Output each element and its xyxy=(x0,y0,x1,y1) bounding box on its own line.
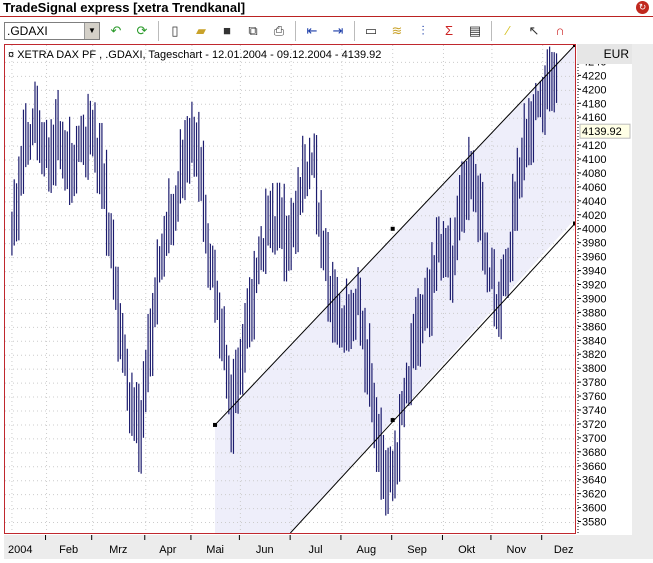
toolbar-separator xyxy=(158,20,159,41)
month-label: Sep xyxy=(407,544,427,556)
title-divider xyxy=(0,16,653,17)
toolbar-separator xyxy=(295,20,296,41)
price-tick-label: 3720 xyxy=(582,419,606,431)
channel-handle xyxy=(390,226,395,231)
chart-area[interactable] xyxy=(4,44,576,534)
toolbar: .GDAXI ▼ ↶ ⟳ ▯ ▰ ■ ⧉ ⎙ ⇤ ⇥ ▭ ≋ ⫶ Σ ▤ ⁄ ↖ … xyxy=(0,18,653,43)
price-tick-label: 3840 xyxy=(582,335,606,347)
price-tick-label: 3680 xyxy=(582,447,606,459)
symbol-value: .GDAXI xyxy=(7,23,48,38)
window-icon[interactable]: ▭ xyxy=(361,21,381,41)
price-tick-label: 3640 xyxy=(582,475,606,487)
app-window: TradeSignal express [xetra Trendkanal] ↻… xyxy=(0,0,653,563)
channel-handle xyxy=(573,45,575,47)
draw-line-icon[interactable]: ⁄ xyxy=(498,21,518,41)
properties-icon[interactable]: ▤ xyxy=(465,21,485,41)
magnet-icon[interactable]: ∩ xyxy=(550,21,570,41)
right-panel xyxy=(632,44,653,559)
sigma-icon[interactable]: Σ xyxy=(439,21,459,41)
price-tick-label: 4020 xyxy=(582,210,606,222)
chart-title: XETRA DAX PF , .GDAXI, Tageschart - 12.0… xyxy=(17,49,382,61)
price-tick-label: 4060 xyxy=(582,182,606,194)
price-tick-label: 4000 xyxy=(582,224,606,236)
month-label: Mrz xyxy=(109,544,127,556)
price-tick-label: 4040 xyxy=(582,196,606,208)
channel-handle xyxy=(390,418,395,423)
price-tick-label: 3860 xyxy=(582,321,606,333)
last-price-label: 4139.92 xyxy=(582,126,622,138)
month-label: Jun xyxy=(256,544,274,556)
price-tick-label: 3700 xyxy=(582,433,606,445)
pointer-icon[interactable]: ↖ xyxy=(524,21,544,41)
currency-label: EUR xyxy=(577,44,632,64)
price-tick-label: 3620 xyxy=(582,489,606,501)
price-tick-label: 3880 xyxy=(582,307,606,319)
price-tick-label: 3660 xyxy=(582,461,606,473)
indicator-icon[interactable]: ≋ xyxy=(387,21,407,41)
price-tick-label: 3780 xyxy=(582,377,606,389)
open-folder-icon[interactable]: ▰ xyxy=(191,21,211,41)
month-label: Aug xyxy=(357,544,377,556)
toolbar-separator xyxy=(354,20,355,41)
strategy-icon[interactable]: ⫶ xyxy=(413,21,433,41)
month-label: Mai xyxy=(206,544,224,556)
time-axis: 2004 Feb Mrz Apr Mai Jun Jul Aug Sep Okt Nov Dez xyxy=(4,535,632,559)
price-tick-label: 4180 xyxy=(582,98,606,110)
symbol-select[interactable]: .GDAXI ▼ xyxy=(4,21,100,40)
copy-icon[interactable]: ⧉ xyxy=(243,21,263,41)
price-tick-label: 4100 xyxy=(582,154,606,166)
price-tick-label: 3960 xyxy=(582,252,606,264)
price-tick-label: 3580 xyxy=(582,517,606,529)
channel-handle xyxy=(213,422,217,427)
print-icon[interactable]: ⎙ xyxy=(269,21,289,41)
refresh-arrow-icon[interactable]: ↶ xyxy=(106,21,126,41)
price-tick-label: 3920 xyxy=(582,280,606,292)
month-label: Apr xyxy=(159,544,176,556)
price-tick-label: 4120 xyxy=(582,140,606,152)
price-tick-label: 3800 xyxy=(582,363,606,375)
price-tick-label: 3600 xyxy=(582,503,606,515)
app-logo-icon: ↻ xyxy=(636,1,649,14)
month-label: Dez xyxy=(554,544,574,556)
toolbar-separator xyxy=(491,20,492,41)
price-chart xyxy=(5,45,575,533)
month-label: Okt xyxy=(458,544,475,556)
save-icon[interactable]: ■ xyxy=(217,21,237,41)
price-tick-label: 4160 xyxy=(582,112,606,124)
month-label: Feb xyxy=(59,544,78,556)
price-tick-label: 3820 xyxy=(582,349,606,361)
price-tick-label: 4200 xyxy=(582,84,606,96)
forward-icon[interactable]: ⇥ xyxy=(328,21,348,41)
back-icon[interactable]: ⇤ xyxy=(302,21,322,41)
channel-handle xyxy=(573,221,575,226)
chevron-down-icon[interactable]: ▼ xyxy=(84,22,99,39)
price-tick-label: 4220 xyxy=(582,70,606,82)
update-icon[interactable]: ⟳ xyxy=(132,21,152,41)
price-tick-label: 3740 xyxy=(582,405,606,417)
window-title: TradeSignal express [xetra Trendkanal] xyxy=(3,0,246,15)
month-label: 2004 xyxy=(8,544,32,556)
chart-marker-icon: ¤ xyxy=(8,49,18,61)
price-axis: 4240422042004180416041204100408040604040… xyxy=(577,44,632,534)
new-document-icon[interactable]: ▯ xyxy=(165,21,185,41)
price-tick-label: 3940 xyxy=(582,266,606,278)
price-tick-label: 4080 xyxy=(582,168,606,180)
price-tick-label: 3760 xyxy=(582,391,606,403)
price-tick-label: 3980 xyxy=(582,238,606,250)
price-tick-label: 3900 xyxy=(582,293,606,305)
month-label: Jul xyxy=(309,544,323,556)
month-label: Nov xyxy=(507,544,527,556)
chart-header: ¤ XETRA DAX PF , .GDAXI, Tageschart - 12… xyxy=(8,48,568,62)
